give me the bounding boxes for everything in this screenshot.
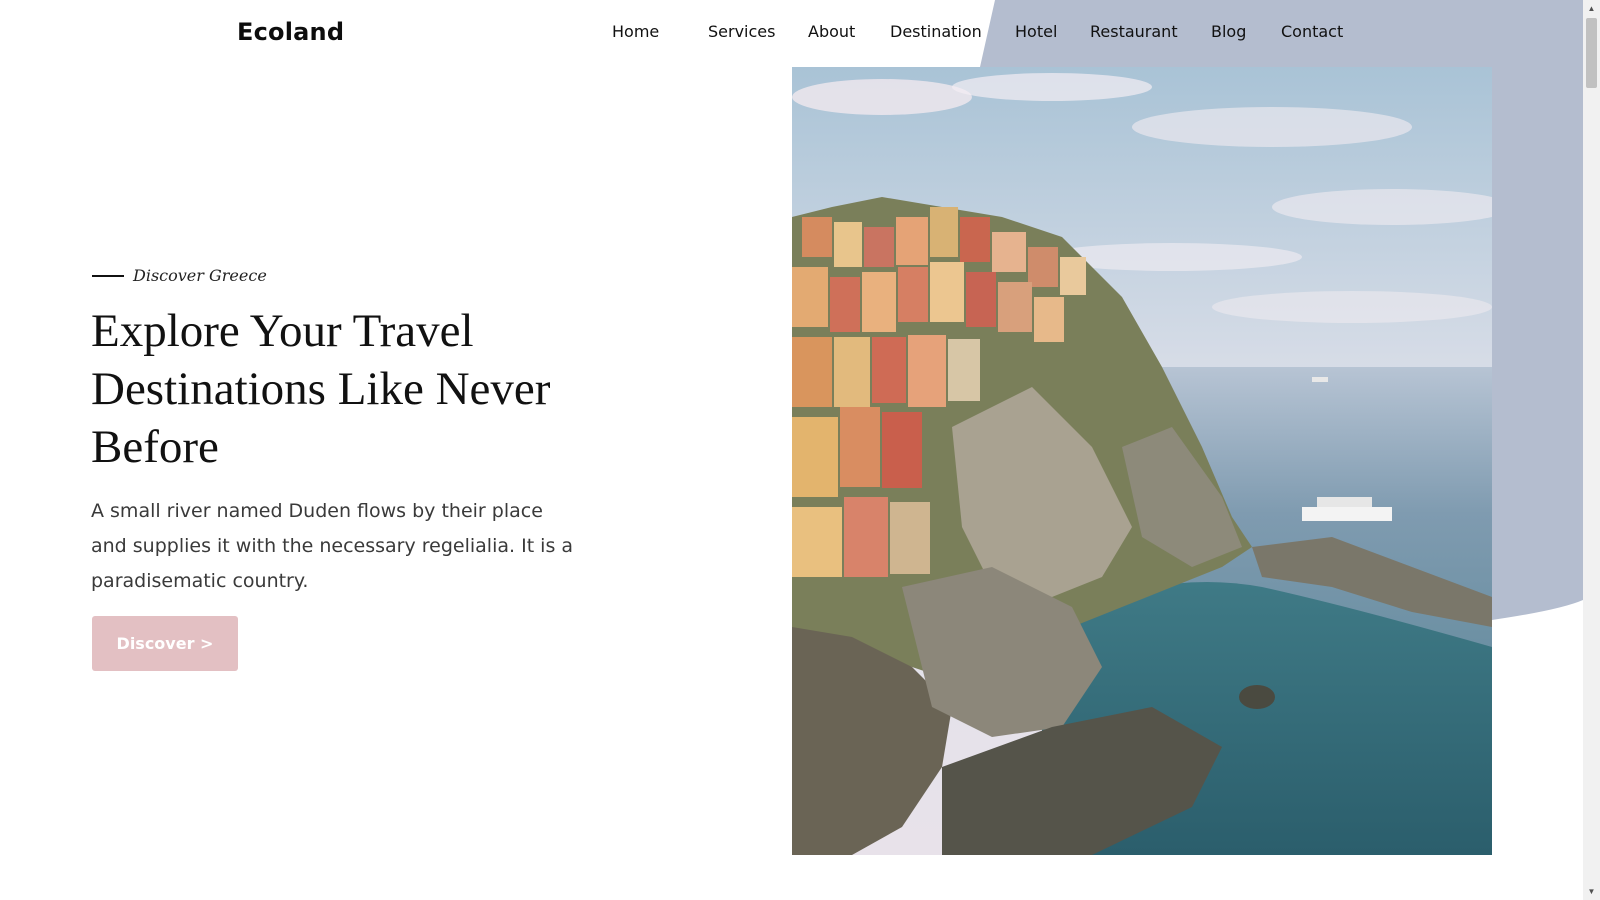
scroll-thumb[interactable] [1586, 18, 1597, 88]
nav-item-home[interactable]: Home [612, 22, 659, 41]
hero-image [792, 67, 1492, 855]
tag-line-divider [92, 274, 124, 277]
nav-item-blog[interactable]: Blog [1211, 22, 1246, 41]
scroll-down-icon[interactable]: ▼ [1583, 883, 1600, 900]
site-logo[interactable]: Ecoland [237, 18, 344, 46]
hero-description: A small river named Duden flows by their… [91, 500, 574, 592]
nav-item-about[interactable]: About [808, 22, 855, 41]
hero-tag: Discover Greece [92, 266, 267, 285]
nav-item-services[interactable]: Services [708, 22, 775, 41]
nav-item-destination[interactable]: Destination [890, 22, 982, 41]
hero-title: Explore Your Travel Destinations Like Ne… [91, 305, 551, 473]
scroll-up-icon[interactable]: ▲ [1583, 0, 1600, 17]
discover-button[interactable]: Discover > [92, 616, 238, 671]
hero-tag-text: Discover Greece [133, 266, 267, 285]
nav-item-contact[interactable]: Contact [1281, 22, 1343, 41]
nav-item-hotel[interactable]: Hotel [1015, 22, 1057, 41]
vertical-scrollbar[interactable]: ▲ ▼ [1583, 0, 1600, 900]
nav-item-restaurant[interactable]: Restaurant [1090, 22, 1178, 41]
